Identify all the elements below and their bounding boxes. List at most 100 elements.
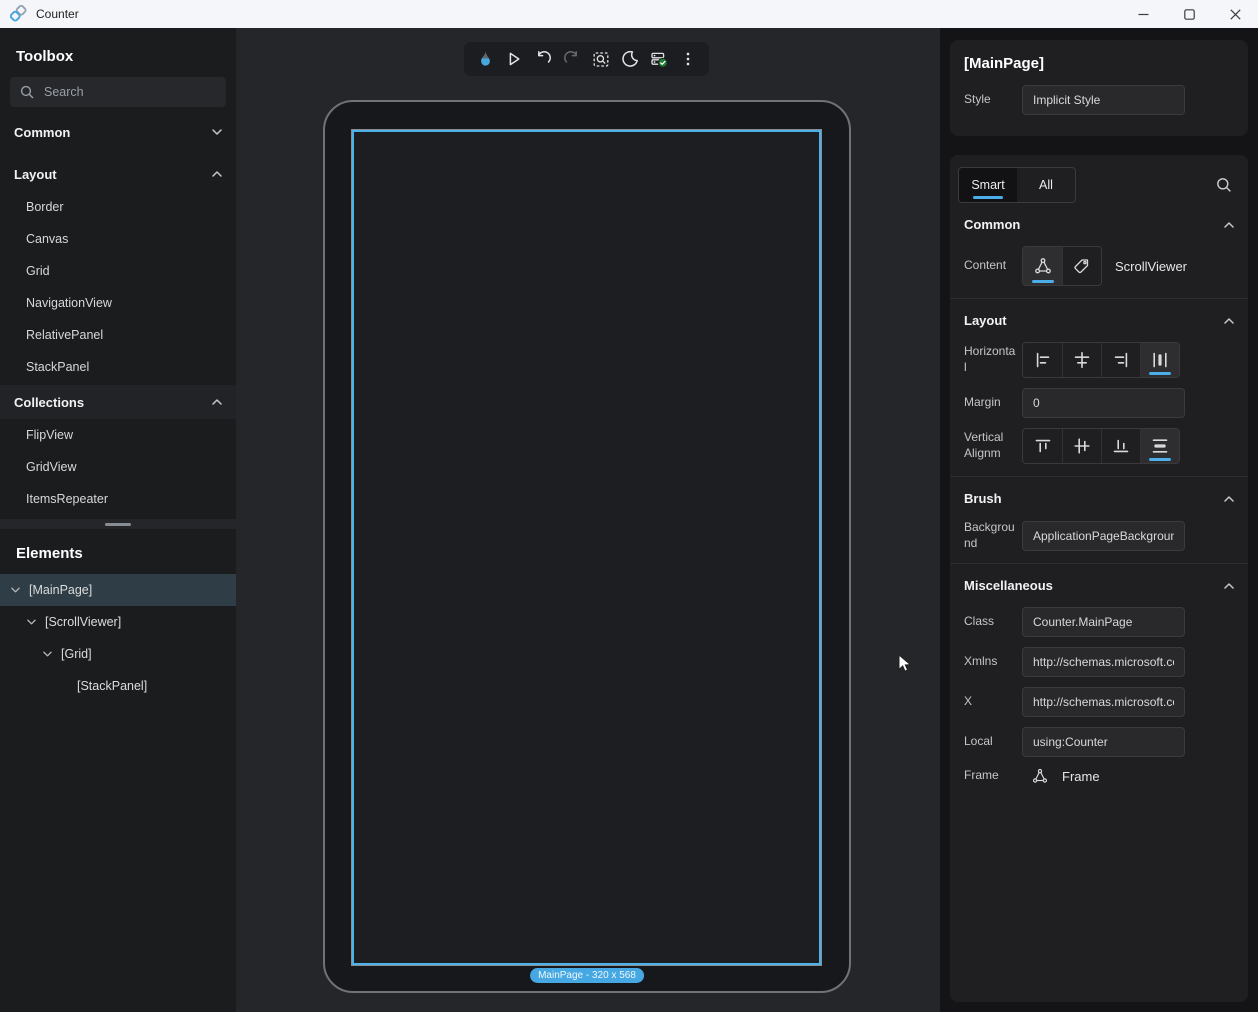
play-icon[interactable] bbox=[503, 47, 525, 71]
x-namespace-row: X bbox=[950, 687, 1248, 717]
local-row: Local bbox=[950, 727, 1248, 757]
tag-mode-button[interactable] bbox=[1062, 247, 1101, 285]
theme-moon-icon[interactable] bbox=[619, 47, 641, 71]
tab-smart[interactable]: Smart bbox=[959, 168, 1017, 202]
chevron-down-icon bbox=[212, 129, 222, 135]
horizontal-alignment-group bbox=[1022, 342, 1180, 378]
xmlns-input[interactable] bbox=[1022, 647, 1185, 677]
section-common-header[interactable]: Common bbox=[950, 203, 1248, 236]
stretch-vertical-button[interactable] bbox=[1140, 429, 1179, 463]
properties-search-icon[interactable] bbox=[1216, 177, 1232, 193]
tree-item-stackpanel[interactable]: [StackPanel] bbox=[0, 670, 236, 702]
class-input[interactable] bbox=[1022, 607, 1185, 637]
toolbox-item-gridview[interactable]: GridView bbox=[0, 451, 236, 483]
properties-card: Smart All Common Content bbox=[950, 155, 1248, 1002]
section-label: Common bbox=[964, 217, 1020, 232]
toolbox-section-common[interactable]: Common bbox=[0, 115, 236, 149]
local-input[interactable] bbox=[1022, 727, 1185, 757]
toolbox-item-flipview[interactable]: FlipView bbox=[0, 419, 236, 451]
tree-item-mainpage[interactable]: [MainPage] bbox=[0, 574, 236, 606]
canvas-toolbar bbox=[463, 41, 710, 77]
section-label: Common bbox=[14, 125, 70, 140]
x-input[interactable] bbox=[1022, 687, 1185, 717]
panel-splitter[interactable] bbox=[0, 519, 236, 529]
title-bar: Counter bbox=[0, 0, 1258, 28]
toolbox-search[interactable] bbox=[10, 77, 226, 107]
more-options-icon[interactable] bbox=[677, 47, 699, 71]
close-button[interactable] bbox=[1212, 0, 1258, 28]
xmlns-row: Xmlns bbox=[950, 647, 1248, 677]
align-center-vertical-button[interactable] bbox=[1062, 429, 1101, 463]
class-label: Class bbox=[964, 614, 1018, 630]
item-label: ItemsRepeater bbox=[26, 492, 108, 506]
chevron-down-icon[interactable] bbox=[24, 619, 38, 625]
tree-item-grid[interactable]: [Grid] bbox=[0, 638, 236, 670]
chevron-down-icon[interactable] bbox=[40, 651, 54, 657]
toolbox-section-layout[interactable]: Layout bbox=[0, 157, 236, 191]
redo-icon[interactable] bbox=[561, 47, 583, 71]
toolbox-panel: Toolbox Common Layout Border Canvas Grid… bbox=[0, 28, 236, 1012]
design-canvas[interactable]: MainPage - 320 x 568 bbox=[236, 28, 940, 1012]
tree-item-label: [ScrollViewer] bbox=[45, 615, 121, 629]
section-label: Brush bbox=[964, 491, 1002, 506]
chevron-up-icon bbox=[212, 171, 222, 177]
hot-reload-flame-icon[interactable] bbox=[474, 47, 496, 71]
toolbox-item-relativepanel[interactable]: RelativePanel bbox=[0, 319, 236, 351]
connection-status-ok-icon[interactable] bbox=[648, 47, 670, 71]
section-miscellaneous-header[interactable]: Miscellaneous bbox=[950, 564, 1248, 597]
content-label: Content bbox=[964, 258, 1018, 274]
background-input[interactable] bbox=[1022, 521, 1185, 551]
minimize-button[interactable] bbox=[1120, 0, 1166, 28]
chevron-down-icon[interactable] bbox=[8, 587, 22, 593]
zoom-region-icon[interactable] bbox=[590, 47, 612, 71]
align-top-button[interactable] bbox=[1023, 429, 1062, 463]
toolbox-item-canvas[interactable]: Canvas bbox=[0, 223, 236, 255]
local-label: Local bbox=[964, 734, 1018, 750]
stretch-horizontal-button[interactable] bbox=[1140, 343, 1179, 377]
toolbox-section-collections[interactable]: Collections bbox=[0, 385, 236, 419]
toolbox-item-grid[interactable]: Grid bbox=[0, 255, 236, 287]
tab-all[interactable]: All bbox=[1017, 168, 1075, 202]
chevron-up-icon bbox=[1224, 318, 1234, 324]
item-label: RelativePanel bbox=[26, 328, 103, 342]
properties-tabs-row: Smart All bbox=[950, 155, 1248, 203]
align-right-button[interactable] bbox=[1101, 343, 1140, 377]
tag-icon bbox=[1072, 256, 1092, 276]
selection-header-card: [MainPage] Style bbox=[950, 40, 1248, 136]
content-value[interactable]: ScrollViewer bbox=[1115, 259, 1187, 274]
element-icon bbox=[1033, 256, 1053, 276]
toolbox-item-border[interactable]: Border bbox=[0, 191, 236, 223]
style-label: Style bbox=[964, 92, 1018, 108]
section-layout-header[interactable]: Layout bbox=[950, 299, 1248, 332]
toolbox-item-itemsrepeater[interactable]: ItemsRepeater bbox=[0, 483, 236, 515]
maximize-button[interactable] bbox=[1166, 0, 1212, 28]
element-mode-button[interactable] bbox=[1023, 247, 1062, 285]
toolbox-item-navigationview[interactable]: NavigationView bbox=[0, 287, 236, 319]
toolbox-search-input[interactable] bbox=[44, 85, 216, 99]
style-input[interactable] bbox=[1022, 85, 1185, 115]
elements-title: Elements bbox=[0, 529, 236, 574]
tree-item-scrollviewer[interactable]: [ScrollViewer] bbox=[0, 606, 236, 638]
frame-row: Frame Frame bbox=[950, 767, 1248, 785]
toolbox-item-stackpanel[interactable]: StackPanel bbox=[0, 351, 236, 383]
section-label: Layout bbox=[964, 313, 1007, 328]
mouse-cursor bbox=[893, 652, 915, 674]
item-label: Canvas bbox=[26, 232, 68, 246]
section-brush-header[interactable]: Brush bbox=[950, 477, 1248, 510]
x-label: X bbox=[964, 694, 1018, 710]
item-label: Border bbox=[26, 200, 64, 214]
undo-icon[interactable] bbox=[532, 47, 554, 71]
margin-input[interactable] bbox=[1022, 388, 1185, 418]
align-center-horizontal-button[interactable] bbox=[1062, 343, 1101, 377]
item-label: StackPanel bbox=[26, 360, 89, 374]
tree-item-label: [Grid] bbox=[61, 647, 92, 661]
horizontal-alignment-label: Horizontal bbox=[964, 344, 1018, 375]
align-bottom-button[interactable] bbox=[1101, 429, 1140, 463]
chevron-up-icon bbox=[1224, 583, 1234, 589]
page-design-surface[interactable] bbox=[352, 130, 821, 965]
margin-label: Margin bbox=[964, 395, 1018, 411]
frame-value[interactable]: Frame bbox=[1062, 769, 1100, 784]
page-size-badge[interactable]: MainPage - 320 x 568 bbox=[530, 968, 644, 983]
align-left-button[interactable] bbox=[1023, 343, 1062, 377]
tree-item-label: [MainPage] bbox=[29, 583, 92, 597]
